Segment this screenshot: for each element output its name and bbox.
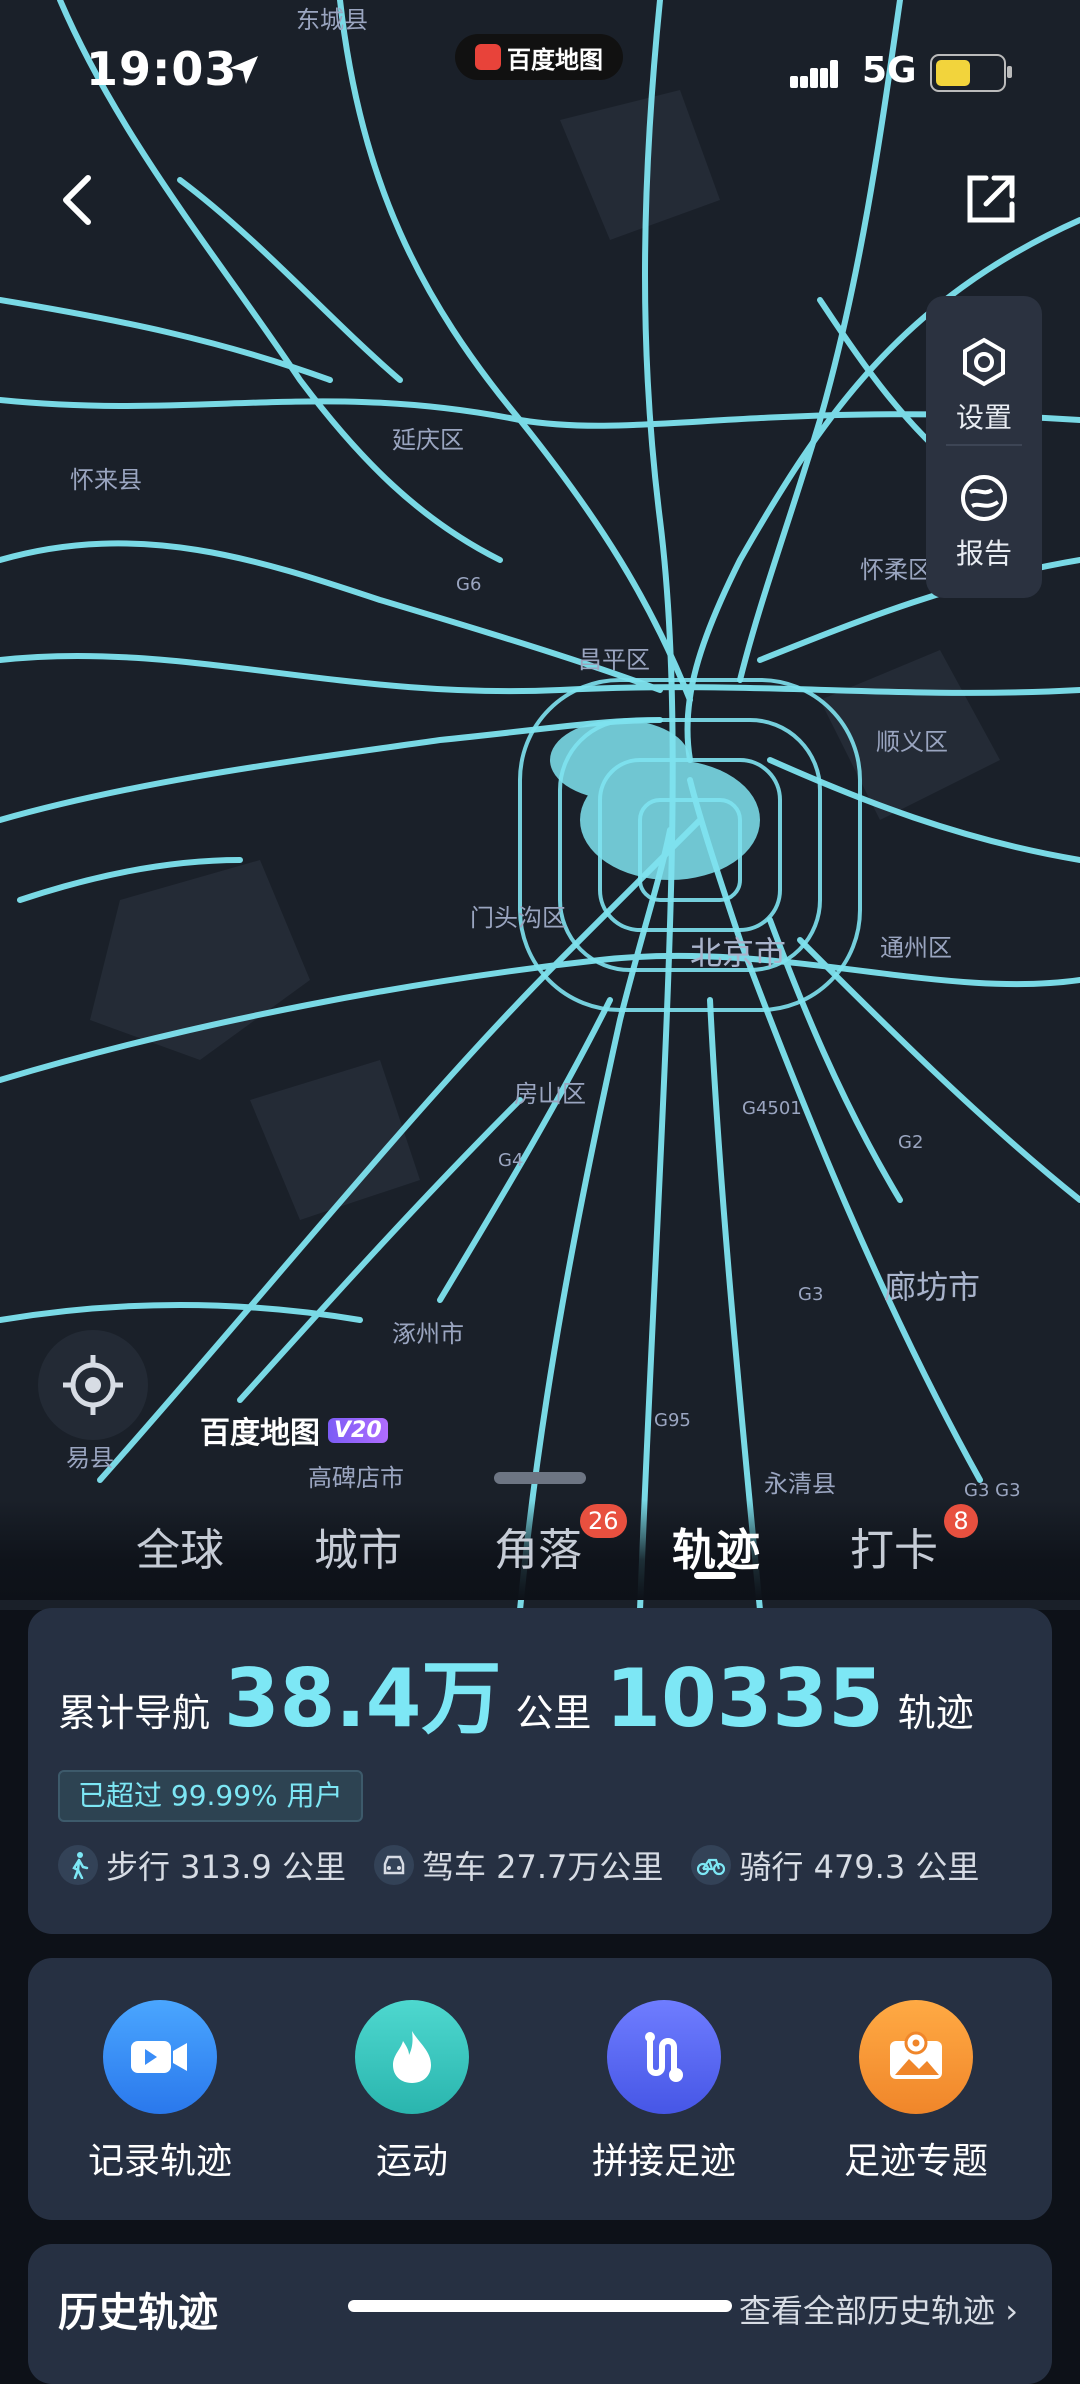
map-label: G4501 [742, 1098, 802, 1119]
map-label: 怀来县 [70, 466, 142, 494]
app-indicator: 百度地图 [455, 34, 623, 80]
settings-icon [963, 337, 1005, 387]
map-label: 怀柔区 [860, 556, 932, 584]
report-button[interactable]: 报告 [926, 472, 1042, 572]
map-label: G4 [498, 1150, 524, 1171]
walking-icon [58, 1845, 98, 1885]
history-title: 历史轨迹 [58, 2290, 218, 2336]
map-label: 房山区 [514, 1080, 586, 1108]
track-stats-card: 累计导航 38.4万 公里 10335 轨迹 已超过 99.99% 用户 步行 … [28, 1608, 1052, 1934]
tab-corner[interactable]: 角落 [494, 1514, 582, 1578]
brand-logo: 百度地图 V20 [200, 1408, 388, 1452]
settings-label: 设置 [955, 401, 1012, 434]
map-side-panel: 设置 报告 [926, 296, 1042, 598]
report-label: 报告 [955, 537, 1012, 570]
share-button[interactable] [962, 170, 1020, 228]
network-type: 5G [862, 50, 917, 91]
active-tab-indicator [694, 1572, 736, 1579]
path-link-icon [607, 2000, 721, 2114]
baidu-map-icon [475, 44, 501, 70]
map-label: G3 G3 [964, 1480, 1021, 1501]
map-label: G6 [456, 574, 482, 595]
map-label: 延庆区 [392, 426, 464, 454]
stitch-footprints-button[interactable]: 拼接足迹 [564, 2000, 764, 2184]
map-label: 永清县 [764, 1470, 836, 1498]
walk-stat: 步行 313.9 公里 [58, 1842, 346, 1888]
tracks-unit: 轨迹 [897, 1691, 974, 1735]
summary-prefix: 累计导航 [58, 1691, 211, 1735]
side-divider [946, 444, 1022, 446]
location-arrow-icon [230, 56, 258, 84]
photo-pin-icon [859, 2000, 973, 2114]
flame-icon [355, 2000, 469, 2114]
ride-stat: 骑行 479.3 公里 [691, 1842, 979, 1888]
map-label: G2 [898, 1132, 924, 1153]
mode-breakdown: 步行 313.9 公里 驾车 27.7万公里 骑行 479.3 公里 [58, 1842, 979, 1888]
checkin-count-badge: 8 [944, 1504, 978, 1538]
settings-button[interactable]: 设置 [926, 336, 1042, 436]
total-tracks: 10335 [605, 1652, 884, 1745]
sheet-drag-handle[interactable] [494, 1472, 586, 1484]
track-map[interactable]: 东城县 延庆区 怀来县 怀柔区 昌平区 顺义区 门头沟区 北京市 通州区 房山区… [0, 0, 1080, 1610]
record-track-label: 记录轨迹 [87, 2141, 232, 2182]
brand-version: V20 [328, 1417, 388, 1443]
quick-actions-card: 记录轨迹 运动 拼接足迹 足迹专题 [28, 1958, 1052, 2220]
sport-button[interactable]: 运动 [312, 2000, 512, 2184]
history-card: 历史轨迹 查看全部历史轨迹 › [28, 2244, 1052, 2384]
map-label: 北京市 [690, 934, 787, 972]
map-label: G95 [654, 1410, 691, 1431]
view-all-history-link[interactable]: 查看全部历史轨迹 › [739, 2286, 1018, 2332]
battery-icon [930, 54, 1012, 92]
locate-button[interactable] [38, 1330, 148, 1440]
tab-city[interactable]: 城市 [314, 1514, 402, 1578]
brand-name: 百度地图 [200, 1416, 320, 1451]
bicycle-icon [691, 1845, 732, 1885]
footprint-topics-label: 足迹专题 [843, 2141, 988, 2182]
signal-icon [790, 60, 838, 88]
record-track-button[interactable]: 记录轨迹 [60, 2000, 260, 2184]
home-indicator[interactable] [348, 2300, 732, 2312]
map-label: 涿州市 [392, 1320, 464, 1348]
report-icon [961, 475, 1007, 521]
map-label: 通州区 [880, 934, 952, 962]
map-label: 昌平区 [578, 646, 650, 674]
chevron-right-icon: › [1005, 2292, 1018, 2330]
tab-tracks[interactable]: 轨迹 [672, 1514, 760, 1578]
summary-row: 累计导航 38.4万 公里 10335 轨迹 [58, 1634, 974, 1750]
drive-distance: 驾车 27.7万公里 [421, 1848, 664, 1886]
locate-area-label: 易县 [66, 1444, 114, 1472]
back-button[interactable] [54, 170, 102, 230]
view-all-history-label: 查看全部历史轨迹 [739, 2292, 996, 2330]
tab-checkin[interactable]: 打卡 [850, 1514, 938, 1578]
drive-stat: 驾车 27.7万公里 [373, 1842, 664, 1888]
ride-distance: 骑行 479.3 公里 [739, 1848, 980, 1886]
crosshair-icon [63, 1355, 123, 1415]
sport-label: 运动 [375, 2141, 448, 2182]
car-icon [373, 1845, 414, 1885]
footprint-topics-button[interactable]: 足迹专题 [816, 2000, 1016, 2184]
corner-count-badge: 26 [580, 1504, 627, 1538]
map-label: 顺义区 [876, 728, 948, 756]
track-lines [0, 0, 1080, 1610]
distance-unit: 公里 [515, 1691, 592, 1735]
tab-global[interactable]: 全球 [136, 1514, 224, 1578]
map-label: G3 [798, 1284, 824, 1305]
status-bar: 19:03 百度地图 5G [0, 0, 1080, 140]
total-distance: 38.4万 [224, 1652, 502, 1745]
app-name: 百度地图 [507, 45, 603, 74]
map-label: 门头沟区 [470, 904, 566, 932]
percentile-badge: 已超过 99.99% 用户 [58, 1770, 363, 1822]
status-time: 19:03 [86, 42, 238, 96]
walk-distance: 步行 313.9 公里 [106, 1848, 346, 1886]
video-camera-icon [103, 2000, 217, 2114]
map-label: 高碑店市 [308, 1464, 404, 1492]
stitch-footprints-label: 拼接足迹 [591, 2141, 736, 2182]
map-label: 廊坊市 [884, 1268, 981, 1306]
category-tabs: 全球 城市 角落 26 轨迹 打卡 8 [0, 1500, 1080, 1600]
